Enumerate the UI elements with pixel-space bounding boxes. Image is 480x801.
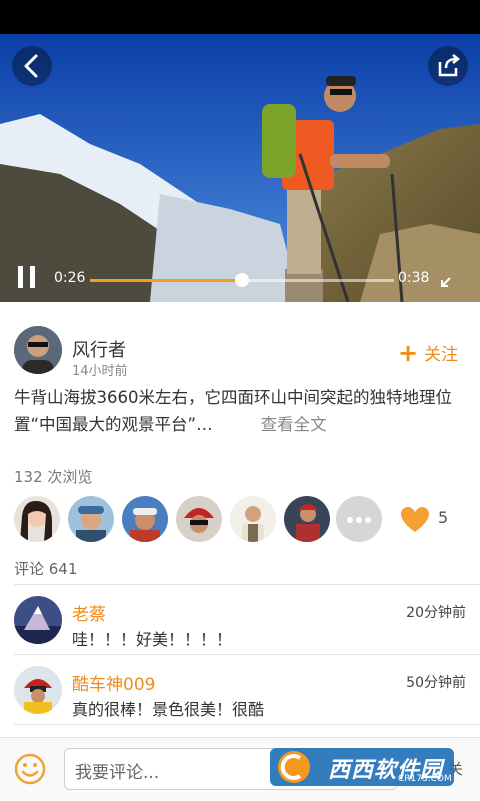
commenter-name[interactable]: 酷车神009	[72, 670, 155, 695]
comment-item[interactable]: 老蔡 20分钟前 哇！！！好美！！！！	[0, 586, 480, 656]
divider	[14, 584, 480, 585]
video-controls: 0:26 0:38	[0, 258, 480, 302]
follow-label: 关注	[424, 345, 459, 365]
progress-fill	[90, 279, 242, 282]
post-time: 14小时前	[72, 364, 128, 379]
share-button[interactable]	[428, 46, 468, 86]
divider	[14, 654, 480, 655]
liker-avatar[interactable]	[122, 496, 168, 542]
comment-text: 哇！！！好美！！！！	[72, 630, 233, 649]
pause-icon[interactable]	[16, 266, 38, 292]
progress-bar[interactable]	[90, 273, 394, 287]
more-likers-button[interactable]	[336, 496, 382, 542]
author-name[interactable]: 风行者	[72, 336, 126, 362]
commenter-avatar[interactable]	[14, 666, 62, 714]
comment-time: 50分钟前	[406, 675, 466, 691]
total-time: 0:38	[398, 270, 430, 286]
liker-avatar[interactable]	[284, 496, 330, 542]
view-count: 132 次浏览	[14, 468, 93, 486]
author-row: 风行者 14小时前 + 关注	[0, 302, 480, 382]
liker-avatar[interactable]	[176, 496, 222, 542]
commenter-avatar[interactable]	[14, 596, 62, 644]
smiley-icon[interactable]	[14, 753, 46, 785]
comment-placeholder: 我要评论...	[75, 763, 160, 783]
video-player[interactable]: 0:26 0:38	[0, 34, 480, 302]
comment-time: 20分钟前	[406, 605, 466, 621]
plus-icon: +	[398, 338, 419, 367]
comments-header: 评论 641	[14, 560, 78, 578]
like-count: 5	[438, 508, 449, 527]
fullscreen-icon[interactable]	[438, 266, 462, 290]
comment-text: 真的很棒！景色很美！很酷	[72, 700, 265, 719]
comment-item[interactable]: 酷车神009 50分钟前 真的很棒！景色很美！很酷	[0, 656, 480, 726]
commenter-name[interactable]: 老蔡	[72, 600, 106, 625]
back-button[interactable]	[12, 46, 52, 86]
progress-handle[interactable]	[235, 273, 249, 287]
read-more-link[interactable]: 查看全文	[261, 415, 327, 434]
back-arrow-icon	[24, 54, 38, 78]
heart-icon[interactable]	[400, 506, 430, 534]
liker-avatar[interactable]	[230, 496, 276, 542]
status-bar	[0, 0, 480, 34]
likers-row: 5	[14, 496, 474, 544]
divider	[14, 724, 480, 725]
description-text: 牛背山海拔3660米左右，它四面环山中间突起的独特地理位置“中国最大的观景平台”…	[14, 388, 452, 434]
share-icon	[438, 54, 461, 77]
liker-avatar[interactable]	[14, 496, 60, 542]
author-avatar[interactable]	[14, 326, 62, 374]
current-time: 0:26	[54, 270, 86, 286]
liker-avatar[interactable]	[68, 496, 114, 542]
watermark: 西西软件园 CR173.COM	[270, 744, 454, 790]
follow-button[interactable]: + 关注	[398, 338, 459, 367]
post-description: 牛背山海拔3660米左右，它四面环山中间突起的独特地理位置“中国最大的观景平台”…	[14, 384, 472, 438]
